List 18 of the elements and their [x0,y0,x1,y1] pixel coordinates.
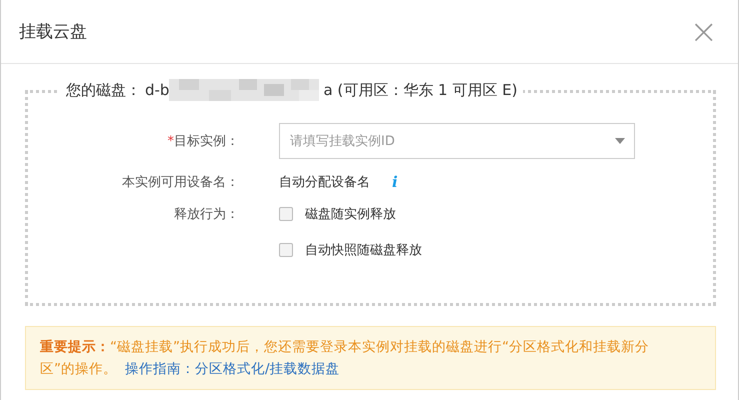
disk-id-prefix: d-b [145,81,170,99]
checkbox[interactable] [279,207,293,221]
caret-icon [615,138,625,144]
checkbox-label: 自动快照随磁盘释放 [305,242,422,259]
release-label: 释放行为： [173,206,240,223]
disk-label: 您的磁盘： [66,80,141,100]
disk-id-suffix: a (可用区：华东 1 可用区 E) [323,80,518,100]
device-label: 本实例可用设备名： [121,174,240,191]
instance-select[interactable]: 请填写挂载实例ID [279,123,635,159]
close-button[interactable]: × [690,14,718,48]
device-value: 自动分配设备名 [279,174,370,191]
checkbox-label: 磁盘随实例释放 [305,206,396,223]
target-label: *目标实例： [166,133,240,150]
info-icon[interactable]: i [392,173,398,191]
dialog-title: 挂载云盘 [19,21,87,43]
notice-text: 重要提示：“磁盘挂载”执行成功后，您还需要登录本实例对挂载的磁盘进行“分区格式化和挂载新分区”的操作。 操作指南：分区格式化/挂载数据盘 [40,338,650,379]
checkbox[interactable] [279,243,293,257]
guide-link[interactable]: 操作指南：分区格式化/挂载数据盘 [125,361,340,377]
